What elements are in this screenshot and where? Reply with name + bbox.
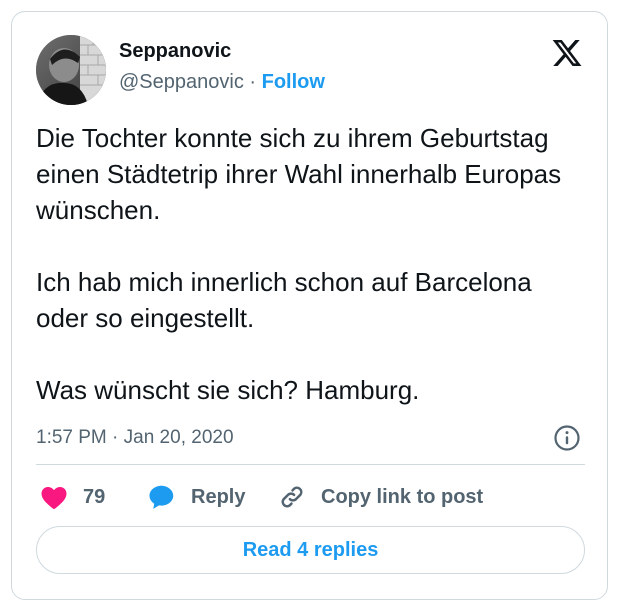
author-name[interactable]: Seppanovic <box>119 39 231 63</box>
copy-link-button[interactable]: Copy link to post <box>277 482 483 512</box>
handle-separator: · <box>249 71 257 93</box>
reply-button[interactable]: Reply <box>147 482 245 512</box>
follow-button[interactable]: Follow <box>262 71 325 93</box>
reply-label: Reply <box>191 485 246 508</box>
read-replies-button[interactable]: Read 4 replies <box>36 526 585 574</box>
avatar[interactable] <box>36 35 106 105</box>
link-icon <box>281 486 303 508</box>
reply-bubble-icon <box>149 485 174 509</box>
info-icon[interactable] <box>553 424 581 452</box>
copy-link-label: Copy link to post <box>321 485 484 508</box>
tweet-text: Die Tochter konnte sich zu ihrem Geburts… <box>36 120 586 408</box>
read-replies-label: Read 4 replies <box>242 538 379 561</box>
tweet-paragraph: Ich hab mich innerlich schon auf Barcelo… <box>36 267 532 333</box>
tweet-timestamp[interactable]: 1:57 PM · Jan 20, 2020 <box>36 426 234 450</box>
tweet-paragraph: Die Tochter konnte sich zu ihrem Geburts… <box>36 123 562 225</box>
avatar-photo <box>36 35 106 105</box>
x-logo-icon[interactable] <box>551 37 583 69</box>
heart-icon <box>41 487 67 509</box>
tweet-paragraph: Was wünscht sie sich? Hamburg. <box>36 375 420 405</box>
author-handle[interactable]: @Seppanovic <box>119 71 244 93</box>
like-button[interactable]: 79 <box>39 482 105 512</box>
tweet-card: Seppanovic @Seppanovic · Follow Die Toch… <box>11 11 608 600</box>
divider <box>36 464 585 465</box>
like-count: 79 <box>83 485 106 508</box>
author-handle-row: @Seppanovic · Follow <box>119 70 325 94</box>
